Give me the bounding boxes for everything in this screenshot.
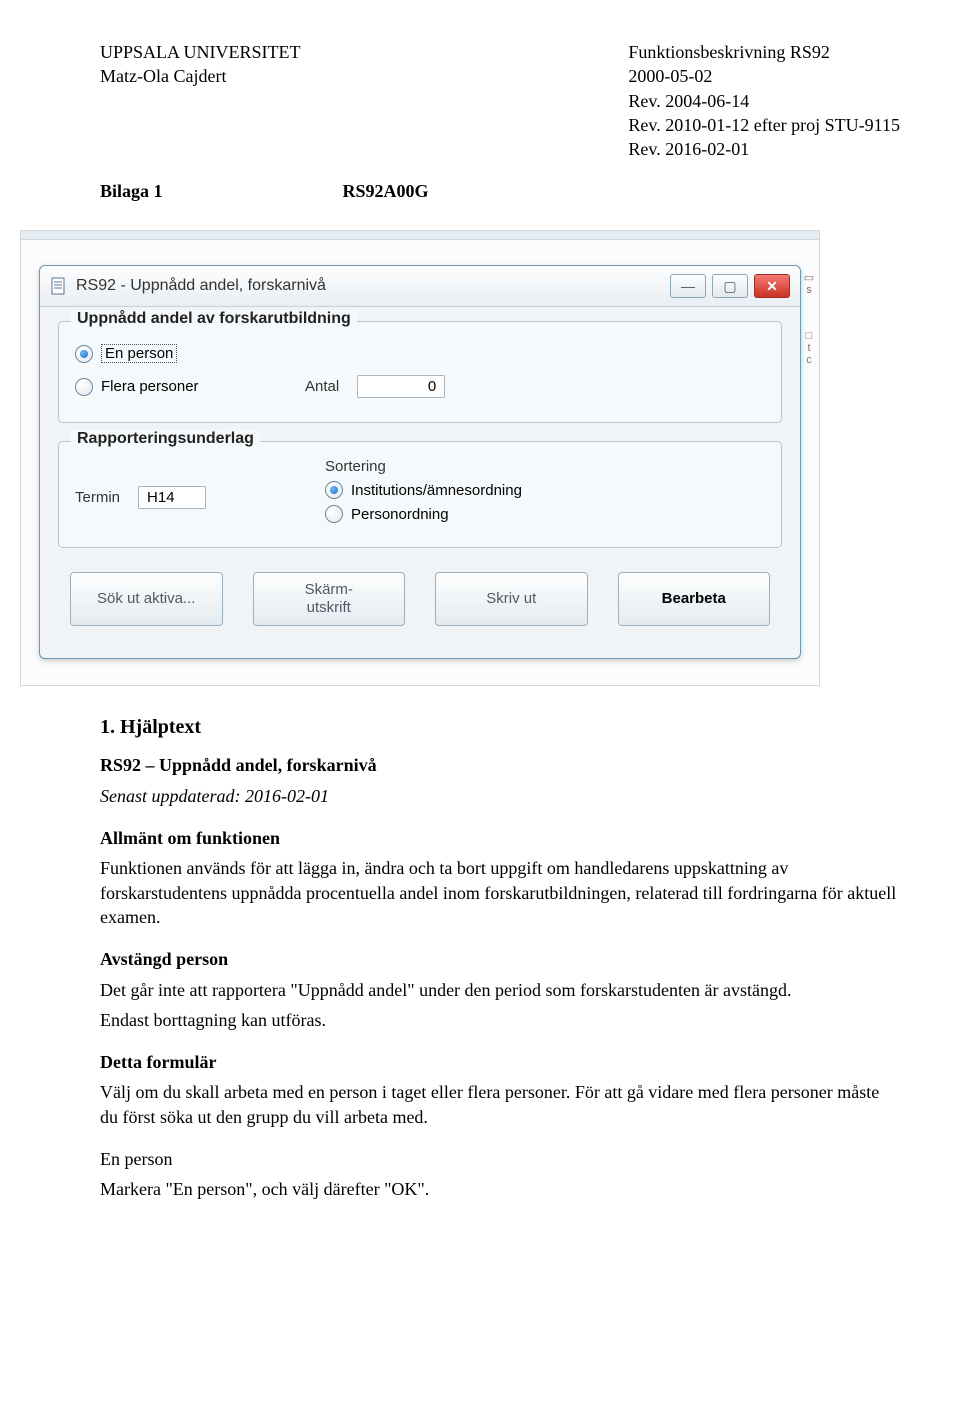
avstangd-text2: Endast borttagning kan utföras. — [100, 1008, 900, 1032]
enperson-text: Markera "En person", och välj därefter "… — [100, 1177, 900, 1201]
section-heading: 1. Hjälptext — [100, 716, 900, 739]
radio-institutions-ordning[interactable] — [325, 481, 343, 499]
avstangd-text1: Det går inte att rapportera "Uppnådd and… — [100, 978, 900, 1002]
antal-label: Antal — [305, 378, 339, 395]
doc-rev1: Rev. 2004-06-14 — [628, 89, 900, 113]
skarmutskrift-button[interactable]: Skärm- utskrift — [253, 572, 406, 626]
doc-date: 2000-05-02 — [628, 64, 900, 88]
doc-rev2: Rev. 2010-01-12 efter proj STU-9115 — [628, 113, 900, 137]
bilaga-row: Bilaga 1 RS92A00G — [100, 181, 900, 202]
embedded-screenshot: ▭s □tc RS92 - Uppnådd andel, forskarnivå… — [20, 230, 820, 686]
author-name: Matz-Ola Cajdert — [100, 64, 301, 88]
sortering-label: Sortering — [325, 458, 765, 475]
detta-text: Välj om du skall arbeta med en person i … — [100, 1080, 900, 1129]
help-updated: Senast uppdaterad: 2016-02-01 — [100, 784, 900, 808]
termin-field[interactable]: H14 — [138, 486, 206, 509]
radio-personordning-label: Personordning — [351, 506, 449, 523]
radio-en-person-label: En person — [101, 344, 177, 363]
detta-heading: Detta formulär — [100, 1050, 900, 1074]
avstangd-heading: Avstängd person — [100, 947, 900, 971]
doc-title: Funktionsbeskrivning RS92 — [628, 40, 900, 64]
university-name: UPPSALA UNIVERSITET — [100, 40, 301, 64]
close-button[interactable]: ✕ — [754, 274, 790, 298]
help-text-section: 1. Hjälptext RS92 – Uppnådd andel, forsk… — [100, 716, 900, 1201]
document-icon — [50, 277, 68, 295]
allmant-heading: Allmänt om funktionen — [100, 826, 900, 850]
radio-flera-label: Flera personer — [101, 378, 199, 395]
radio-institutions-label: Institutions/ämnesordning — [351, 482, 522, 499]
window-titlebar: RS92 - Uppnådd andel, forskarnivå — ▢ ✕ — [40, 266, 800, 307]
document-header: UPPSALA UNIVERSITET Matz-Ola Cajdert Fun… — [100, 40, 900, 161]
enperson-heading: En person — [100, 1147, 900, 1171]
termin-label: Termin — [75, 489, 120, 506]
toolbar-gutter: ▭s □tc — [798, 271, 820, 366]
dialog-window: RS92 - Uppnådd andel, forskarnivå — ▢ ✕ … — [39, 265, 801, 659]
skriv-ut-button[interactable]: Skriv ut — [435, 572, 588, 626]
minimize-button[interactable]: — — [670, 274, 706, 298]
allmant-text: Funktionen används för att lägga in, änd… — [100, 856, 900, 929]
group1-legend: Uppnådd andel av forskarutbildning — [71, 310, 357, 328]
bearbeta-button[interactable]: Bearbeta — [618, 572, 771, 626]
radio-en-person[interactable] — [75, 345, 93, 363]
radio-personordning[interactable] — [325, 505, 343, 523]
window-title: RS92 - Uppnådd andel, forskarnivå — [76, 277, 662, 295]
bilaga-label: Bilaga 1 — [100, 181, 163, 202]
group-uppnadd-andel: Uppnådd andel av forskarutbildning En pe… — [58, 321, 782, 423]
antal-field[interactable]: 0 — [357, 375, 445, 398]
group2-legend: Rapporteringsunderlag — [71, 430, 260, 448]
gutter-icon-1: ▭s — [798, 271, 820, 296]
gutter-icon-2: □tc — [798, 330, 820, 366]
help-title: RS92 – Uppnådd andel, forskarnivå — [100, 753, 900, 777]
maximize-button[interactable]: ▢ — [712, 274, 748, 298]
group-rapporteringsunderlag: Rapporteringsunderlag Termin H14 Sorter — [58, 441, 782, 548]
radio-flera-personer[interactable] — [75, 378, 93, 396]
doc-rev3: Rev. 2016-02-01 — [628, 137, 900, 161]
code-label: RS92A00G — [343, 181, 429, 202]
sok-ut-aktiva-button[interactable]: Sök ut aktiva... — [70, 572, 223, 626]
